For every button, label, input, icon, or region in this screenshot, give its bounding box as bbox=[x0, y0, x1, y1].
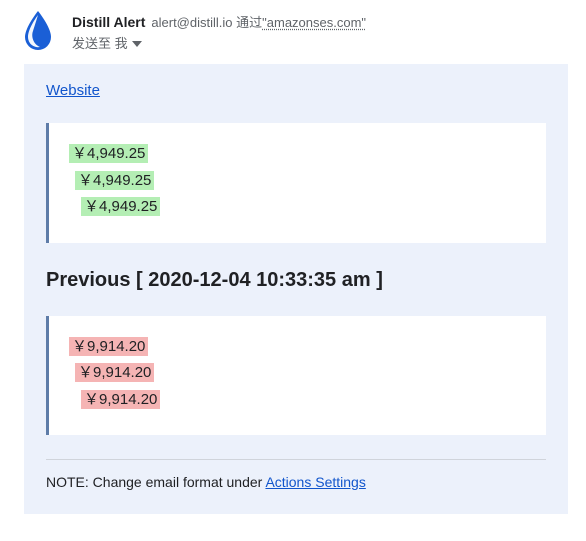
chevron-down-icon[interactable] bbox=[132, 35, 142, 50]
email-container: Distill Alert alert@distill.io 通过"amazon… bbox=[0, 0, 586, 526]
price-current-row: ￥4,949.25 bbox=[69, 170, 528, 193]
email-header: Distill Alert alert@distill.io 通过"amazon… bbox=[18, 12, 568, 52]
price-previous-row: ￥9,914.20 bbox=[69, 336, 528, 359]
price-current: ￥4,949.25 bbox=[81, 197, 160, 216]
sender-email: alert@distill.io 通过"amazonses.com" bbox=[151, 12, 366, 31]
note-line: NOTE: Change email format under Actions … bbox=[46, 474, 546, 490]
sender-avatar bbox=[18, 12, 58, 52]
sender-name: Distill Alert bbox=[72, 14, 145, 30]
price-current: ￥4,949.25 bbox=[75, 171, 154, 190]
price-current: ￥4,949.25 bbox=[69, 144, 148, 163]
price-previous-row: ￥9,914.20 bbox=[69, 362, 528, 385]
price-previous: ￥9,914.20 bbox=[81, 390, 160, 409]
via-domain: "amazonses.com" bbox=[262, 15, 366, 30]
price-previous-row: ￥9,914.20 bbox=[69, 389, 528, 412]
price-previous: ￥9,914.20 bbox=[69, 337, 148, 356]
price-current-row: ￥4,949.25 bbox=[69, 196, 528, 219]
header-text: Distill Alert alert@distill.io 通过"amazon… bbox=[72, 12, 366, 52]
recipient-text: 发送至 我 bbox=[72, 33, 128, 52]
price-previous: ￥9,914.20 bbox=[75, 363, 154, 382]
note-prefix: NOTE: Change email format under bbox=[46, 474, 265, 490]
divider bbox=[46, 459, 546, 460]
sender-line: Distill Alert alert@distill.io 通过"amazon… bbox=[72, 12, 366, 31]
current-values-block: ￥4,949.25 ￥4,949.25 ￥4,949.25 bbox=[46, 123, 546, 243]
distill-drop-icon bbox=[20, 9, 56, 56]
previous-heading: Previous [ 2020-12-04 10:33:35 am ] bbox=[46, 269, 546, 292]
recipient-line[interactable]: 发送至 我 bbox=[72, 33, 366, 52]
price-current-row: ￥4,949.25 bbox=[69, 143, 528, 166]
previous-values-block: ￥9,914.20 ￥9,914.20 ￥9,914.20 bbox=[46, 316, 546, 436]
website-link[interactable]: Website bbox=[46, 82, 100, 99]
actions-settings-link[interactable]: Actions Settings bbox=[265, 474, 365, 490]
email-body-panel: Website ￥4,949.25 ￥4,949.25 ￥4,949.25 Pr… bbox=[24, 64, 568, 514]
